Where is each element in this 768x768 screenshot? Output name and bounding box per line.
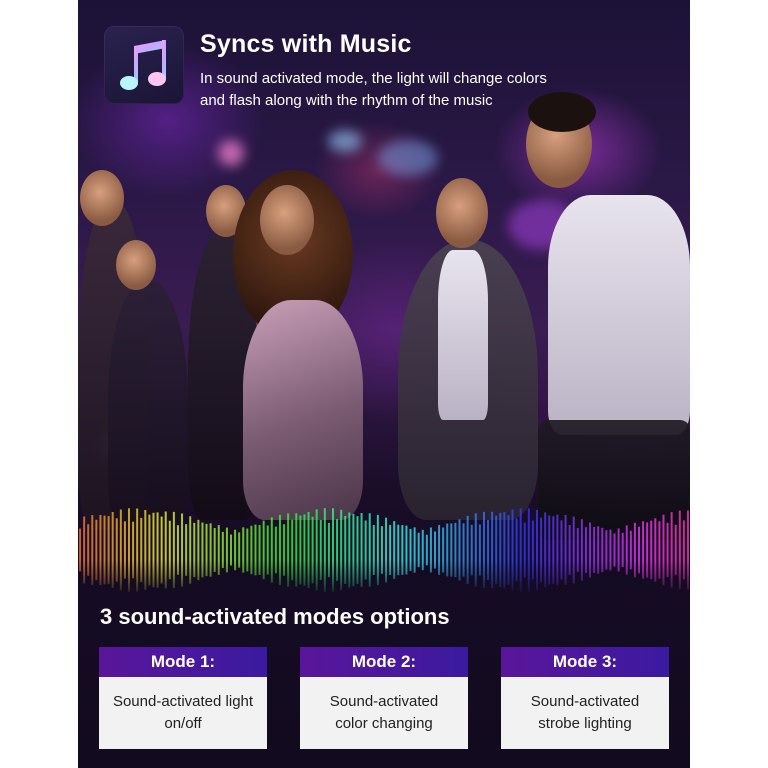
mode-description-line: on/off	[164, 715, 202, 732]
mode-description: Sound-activated light on/off	[99, 677, 267, 749]
guest-face	[436, 178, 488, 248]
description-line: In sound activated mode, the light will …	[200, 70, 547, 87]
mode-description-line: Sound-activated	[329, 693, 439, 710]
description: In sound activated mode, the light will …	[200, 68, 670, 112]
mode-description-line: Sound-activated light	[112, 693, 254, 710]
sequin-dress	[243, 300, 363, 520]
mode-description: Sound-activated strobe lighting	[501, 677, 669, 749]
mode-card-2: Mode 2: Sound-activated color changing	[300, 647, 468, 749]
description-line: and flash along with the rhythm of the m…	[200, 92, 493, 109]
mode-card-3: Mode 3: Sound-activated strobe lighting	[501, 647, 669, 749]
light-spot	[378, 140, 438, 176]
mode-label: Mode 3:	[501, 647, 669, 677]
guest-silhouette	[108, 280, 188, 530]
mode-description: Sound-activated color changing	[300, 677, 468, 749]
product-banner: Syncs with Music In sound activated mode…	[78, 0, 690, 768]
woman-face	[260, 185, 314, 255]
mode-label: Mode 2:	[300, 647, 468, 677]
mode-description-line: Sound-activated	[530, 693, 640, 710]
light-spot	[218, 140, 244, 166]
light-spot	[328, 130, 362, 152]
mode-card-1: Mode 1: Sound-activated light on/off	[99, 647, 267, 749]
headline: Syncs with Music	[200, 30, 412, 58]
mode-label: Mode 1:	[99, 647, 267, 677]
guest-face	[80, 170, 124, 226]
mode-description-line: strobe lighting	[538, 715, 632, 732]
guest-shirt	[438, 250, 488, 420]
modes-title: 3 sound-activated modes options	[100, 604, 450, 629]
mode-description-line: color changing	[335, 715, 433, 732]
music-app-tile	[104, 26, 184, 104]
music-note-icon	[120, 40, 166, 90]
guest-face	[116, 240, 156, 290]
guest-shirt	[548, 195, 690, 435]
